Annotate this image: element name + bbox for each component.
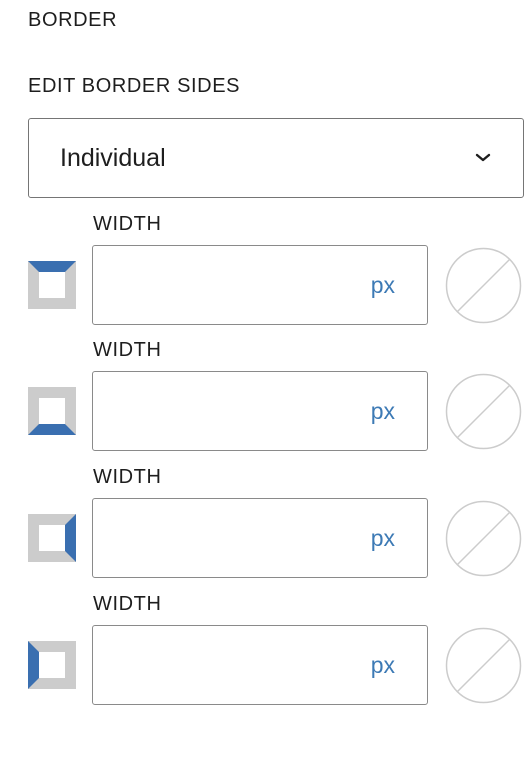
border-heading: BORDER — [28, 9, 118, 31]
border-bottom-width-field[interactable]: px — [92, 371, 428, 451]
no-color-icon — [445, 247, 522, 324]
border-left-width-input[interactable] — [93, 626, 353, 704]
unit-label: px — [370, 271, 395, 298]
border-side-row-left: WIDTH px — [0, 593, 532, 719]
border-top-width-input[interactable] — [93, 246, 353, 324]
border-side-row-right: WIDTH px — [0, 466, 532, 592]
border-right-color-button[interactable] — [445, 500, 522, 577]
unit-label: px — [370, 397, 395, 424]
border-bottom-icon — [28, 387, 76, 437]
border-bottom-color-button[interactable] — [445, 373, 522, 450]
border-left-color-button[interactable] — [445, 627, 522, 704]
unit-label: px — [370, 651, 395, 678]
border-top-width-field[interactable]: px — [92, 245, 428, 325]
border-top-color-button[interactable] — [445, 247, 522, 324]
border-left-icon — [28, 641, 76, 691]
border-right-width-input[interactable] — [93, 499, 353, 577]
border-side-row-top: WIDTH px — [0, 213, 532, 339]
no-color-icon — [445, 500, 522, 577]
border-left-width-field[interactable]: px — [92, 625, 428, 705]
no-color-icon — [445, 373, 522, 450]
no-color-icon — [445, 627, 522, 704]
border-top-icon — [28, 261, 76, 311]
border-sides-select-value: Individual — [60, 143, 166, 172]
border-side-row-bottom: WIDTH px — [0, 339, 532, 465]
unit-label: px — [370, 524, 395, 551]
border-bottom-width-input[interactable] — [93, 372, 353, 450]
border-right-width-field[interactable]: px — [92, 498, 428, 578]
border-right-icon — [28, 514, 76, 564]
chevron-down-icon — [473, 152, 493, 164]
width-label: WIDTH — [93, 213, 162, 235]
width-label: WIDTH — [93, 339, 162, 361]
border-sides-select[interactable]: Individual — [28, 118, 524, 198]
width-label: WIDTH — [93, 466, 162, 488]
edit-border-sides-heading: EDIT BORDER SIDES — [28, 75, 241, 97]
width-label: WIDTH — [93, 593, 162, 615]
